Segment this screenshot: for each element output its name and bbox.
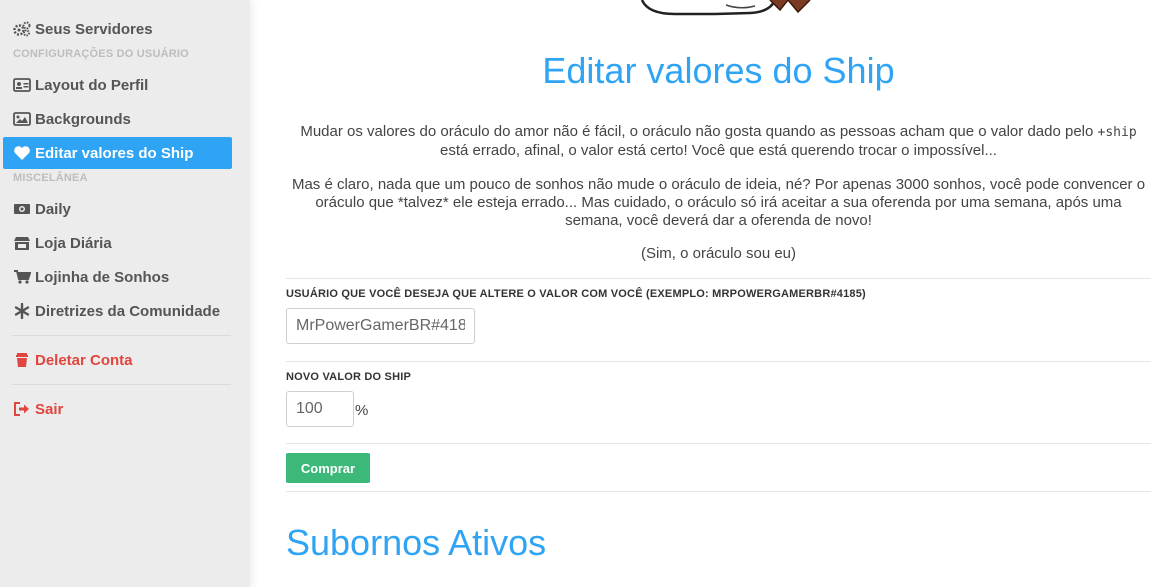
divider: [286, 361, 1151, 362]
buy-button[interactable]: Comprar: [286, 453, 370, 483]
sidebar-item-label: Deletar Conta: [35, 351, 133, 369]
sidebar-divider: [12, 335, 231, 336]
ship-value-label: NOVO VALOR DO SHIP: [286, 371, 412, 383]
user-field-label: USUÁRIO QUE VOCÊ DESEJA QUE ALTERE O VAL…: [286, 288, 866, 300]
heart-icon: [12, 145, 32, 161]
ship-command: +ship: [1097, 125, 1137, 140]
sign-out-icon: [12, 401, 32, 417]
description-paragraph-2: Mas é claro, nada que um pouco de sonhos…: [291, 176, 1146, 229]
sidebar-item-label: Sair: [35, 400, 64, 418]
page-title: Editar valores do Ship: [542, 50, 895, 91]
sidebar-item-delete-account[interactable]: Deletar Conta: [12, 347, 133, 373]
sidebar-item-backgrounds[interactable]: Backgrounds: [12, 106, 131, 132]
divider: [286, 443, 1151, 444]
mascot-image: [630, 0, 820, 18]
sidebar: Seus Servidores CONFIGURAÇÕES DO USUÁRIO…: [0, 0, 250, 587]
sidebar-item-edit-ship[interactable]: Editar valores do Ship: [3, 137, 232, 169]
sidebar-item-servers[interactable]: Seus Servidores: [12, 16, 153, 42]
image-icon: [12, 111, 32, 127]
asterisk-icon: [12, 303, 32, 319]
user-input[interactable]: [286, 308, 475, 344]
sidebar-item-profile-layout[interactable]: Layout do Perfil: [12, 72, 148, 98]
sidebar-item-label: Seus Servidores: [35, 20, 153, 38]
active-bribes-heading: Subornos Ativos: [286, 522, 547, 563]
sidebar-divider: [12, 384, 231, 385]
cart-icon: [12, 269, 32, 285]
sidebar-item-daily[interactable]: Daily: [12, 196, 71, 222]
divider: [286, 278, 1151, 279]
sidebar-item-label: Editar valores do Ship: [35, 144, 194, 162]
sidebar-item-label: Lojinha de Sonhos: [35, 268, 170, 286]
sidebar-item-label: Diretrizes da Comunidade: [35, 302, 221, 320]
money-icon: [12, 201, 32, 217]
sidebar-item-dream-shop[interactable]: Lojinha de Sonhos: [12, 264, 169, 290]
gears-icon: [12, 21, 32, 37]
percent-unit: %: [355, 402, 369, 419]
sidebar-item-guidelines[interactable]: Diretrizes da Comunidade: [12, 298, 220, 324]
section-label-user-settings: CONFIGURAÇÕES DO USUÁRIO: [13, 48, 189, 60]
description-text: está errado, afinal, o valor está certo!…: [440, 142, 997, 159]
sidebar-item-label: Layout do Perfil: [35, 76, 149, 94]
sidebar-item-label: Backgrounds: [35, 110, 131, 128]
id-card-icon: [12, 77, 32, 93]
sidebar-item-label: Daily: [35, 200, 71, 218]
sidebar-item-daily-shop[interactable]: Loja Diária: [12, 230, 112, 256]
store-icon: [12, 235, 32, 251]
description-paragraph-1: Mudar os valores do oráculo do amor não …: [286, 123, 1151, 160]
description-text: Mudar os valores do oráculo do amor não …: [300, 123, 1098, 140]
ship-value-input[interactable]: [286, 391, 354, 427]
sidebar-item-logout[interactable]: Sair: [12, 396, 63, 422]
trash-icon: [12, 352, 32, 368]
sidebar-item-label: Loja Diária: [35, 234, 112, 252]
divider: [286, 491, 1151, 492]
description-paragraph-3: (Sim, o oráculo sou eu): [640, 245, 797, 262]
section-label-misc: MISCELÂNEA: [13, 172, 88, 184]
